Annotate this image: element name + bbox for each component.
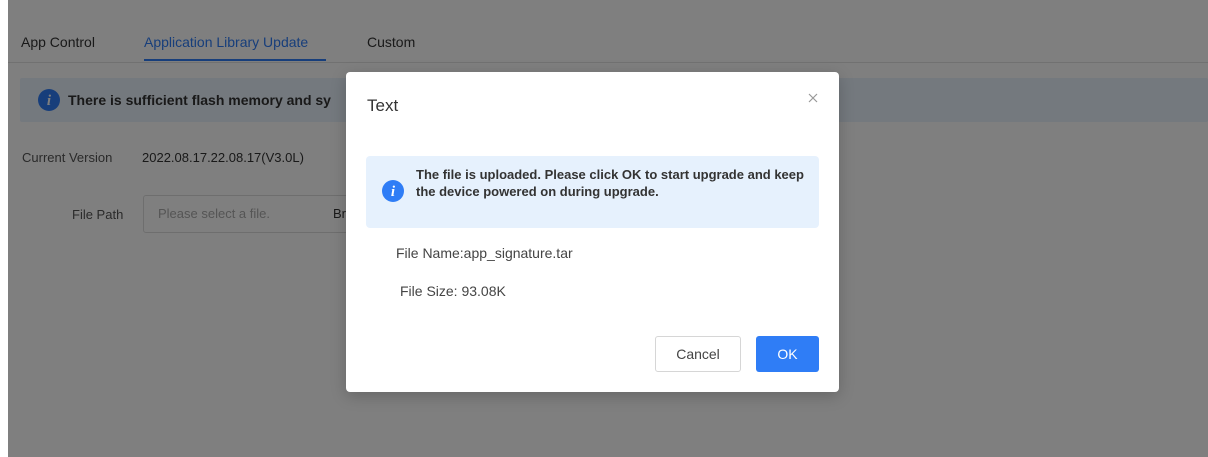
alert-message: The file is uploaded. Please click OK to… [416,167,804,199]
info-icon: i [382,180,404,202]
upload-alert: i The file is uploaded. Please click OK … [366,156,819,228]
cancel-button[interactable]: Cancel [655,336,741,372]
upgrade-dialog: Text i The file is uploaded. Please clic… [346,72,839,392]
file-name: File Name:app_signature.tar [396,245,573,261]
page-edge [0,0,8,457]
close-icon[interactable] [805,90,821,106]
file-size: File Size: 93.08K [400,283,506,299]
dialog-title: Text [367,96,399,115]
ok-button[interactable]: OK [756,336,819,372]
